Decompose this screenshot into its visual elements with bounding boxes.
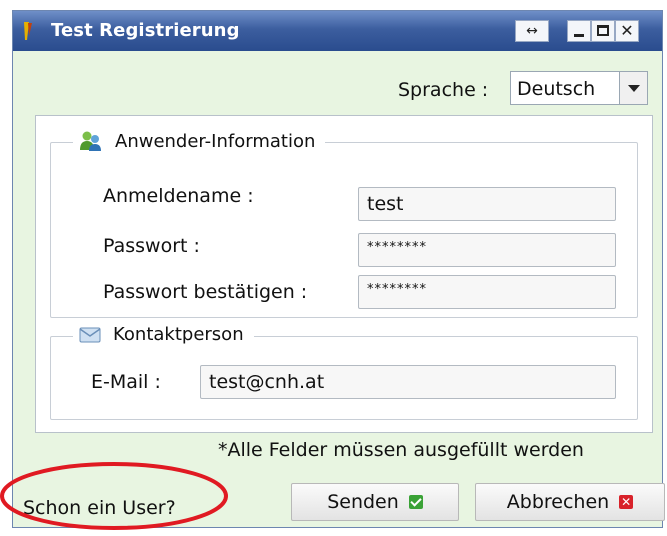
- language-label: Sprache :: [398, 79, 489, 101]
- send-label: Senden: [327, 491, 399, 513]
- app-icon: [24, 22, 32, 40]
- chevron-down-icon[interactable]: [619, 72, 647, 104]
- user-info-legend: Anwender-Information: [73, 130, 326, 152]
- password-label: Passwort :: [103, 235, 200, 257]
- window-title: Test Registrierung: [51, 20, 240, 41]
- username-field[interactable]: test: [358, 187, 616, 221]
- required-fields-note: *Alle Felder müssen ausgefüllt werden: [218, 439, 584, 461]
- contact-group: Kontaktperson E-Mail : test@cnh.at: [50, 324, 638, 420]
- user-info-title: Anwender-Information: [115, 130, 316, 152]
- minimize-icon: [574, 34, 584, 37]
- users-icon: [80, 131, 101, 151]
- close-icon: ✕: [620, 21, 634, 40]
- email-field[interactable]: test@cnh.at: [200, 365, 616, 399]
- maximize-button[interactable]: [591, 20, 615, 42]
- language-value: Deutsch: [517, 78, 596, 100]
- check-icon: [408, 495, 423, 509]
- contact-legend: Kontaktperson: [73, 324, 254, 345]
- username-label: Anmeldename :: [103, 185, 254, 207]
- close-button[interactable]: ✕: [615, 20, 639, 42]
- minimize-button[interactable]: [567, 20, 591, 42]
- send-button[interactable]: Senden: [291, 483, 459, 521]
- highlight-ellipse: [0, 462, 228, 530]
- password-field[interactable]: ********: [358, 233, 616, 267]
- cancel-button[interactable]: Abbrechen ✕: [475, 483, 665, 521]
- registration-window: Test Registrierung ↔ ✕ Sprache : Deutsch: [12, 10, 665, 528]
- confirm-password-field[interactable]: ********: [358, 275, 616, 309]
- confirm-password-label: Passwort bestätigen :: [103, 281, 308, 303]
- maximize-icon: [597, 25, 609, 36]
- language-select[interactable]: Deutsch: [510, 71, 648, 105]
- title-bar[interactable]: Test Registrierung ↔ ✕: [13, 11, 662, 51]
- close-x-icon: ✕: [619, 495, 634, 509]
- resize-button[interactable]: ↔: [515, 20, 549, 42]
- contact-title: Kontaktperson: [113, 324, 244, 345]
- resize-icon: ↔: [526, 23, 538, 39]
- envelope-icon: [79, 327, 101, 342]
- email-label: E-Mail :: [91, 371, 161, 393]
- cancel-label: Abbrechen: [506, 491, 610, 513]
- form-panel: Anwender-Information Anmeldename : test …: [35, 115, 653, 433]
- user-info-group: Anwender-Information Anmeldename : test …: [50, 130, 638, 318]
